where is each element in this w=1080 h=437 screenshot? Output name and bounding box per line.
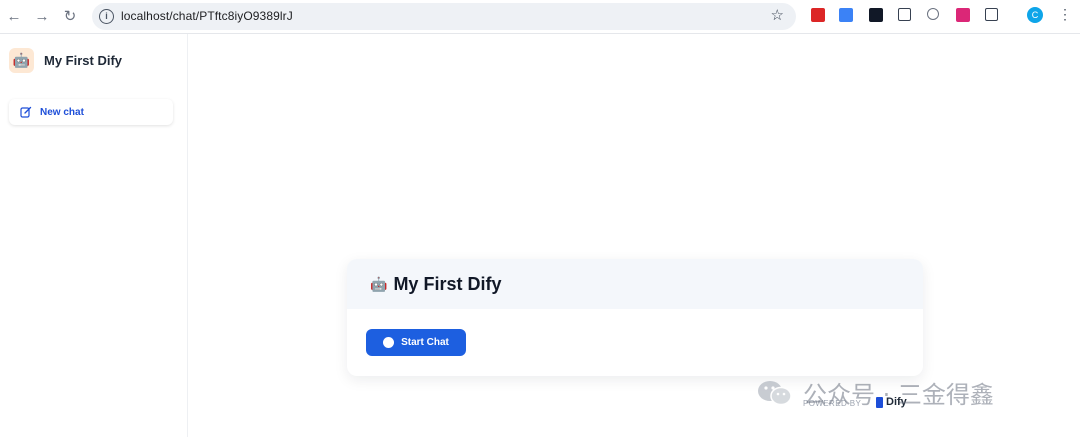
robot-icon: 🤖: [370, 275, 388, 292]
new-chat-label: New chat: [40, 106, 84, 118]
sidebar: 🤖 My First Dify New chat: [0, 34, 188, 437]
extension-icon[interactable]: [811, 8, 825, 22]
qr-code-icon[interactable]: [898, 8, 911, 21]
start-chat-label: Start Chat: [401, 337, 449, 348]
watermark-text: 公众号 · 三金得鑫: [803, 381, 994, 409]
translate-extension-icon[interactable]: [839, 8, 853, 22]
puzzle-icon[interactable]: [985, 8, 998, 21]
new-chat-button[interactable]: New chat: [9, 99, 173, 125]
extension-icon[interactable]: [927, 8, 939, 20]
address-bar[interactable]: i localhost/chat/PTftc8iyO9389lrJ ☆: [92, 3, 796, 30]
info-icon[interactable]: i: [99, 9, 114, 24]
app-title: My First Dify: [44, 53, 123, 68]
browser-toolbar: ← → ↻ i localhost/chat/PTftc8iyO9389lrJ …: [0, 0, 1080, 34]
welcome-title: My First Dify: [393, 273, 502, 294]
app-icon: 🤖: [9, 48, 34, 73]
reload-icon[interactable]: ↻: [60, 6, 80, 26]
watermark: 公众号 · 三金得鑫: [757, 375, 994, 410]
url-text[interactable]: localhost/chat/PTftc8iyO9389lrJ: [121, 9, 293, 23]
star-icon[interactable]: ☆: [771, 6, 784, 24]
extension-icon[interactable]: [869, 8, 883, 22]
wechat-icon: [757, 379, 793, 407]
extension-icon[interactable]: [956, 8, 970, 22]
forward-arrow-icon[interactable]: →: [32, 6, 52, 26]
chat-bubble-icon: [383, 337, 395, 348]
welcome-card: 🤖 My First Dify Start Chat: [347, 259, 923, 376]
edit-icon: [20, 106, 32, 118]
kebab-menu-icon[interactable]: ⋮: [1058, 6, 1072, 23]
start-chat-button[interactable]: Start Chat: [366, 329, 466, 356]
back-arrow-icon[interactable]: ←: [4, 6, 24, 26]
profile-avatar[interactable]: C: [1027, 7, 1043, 23]
welcome-card-header: 🤖 My First Dify: [347, 259, 923, 309]
